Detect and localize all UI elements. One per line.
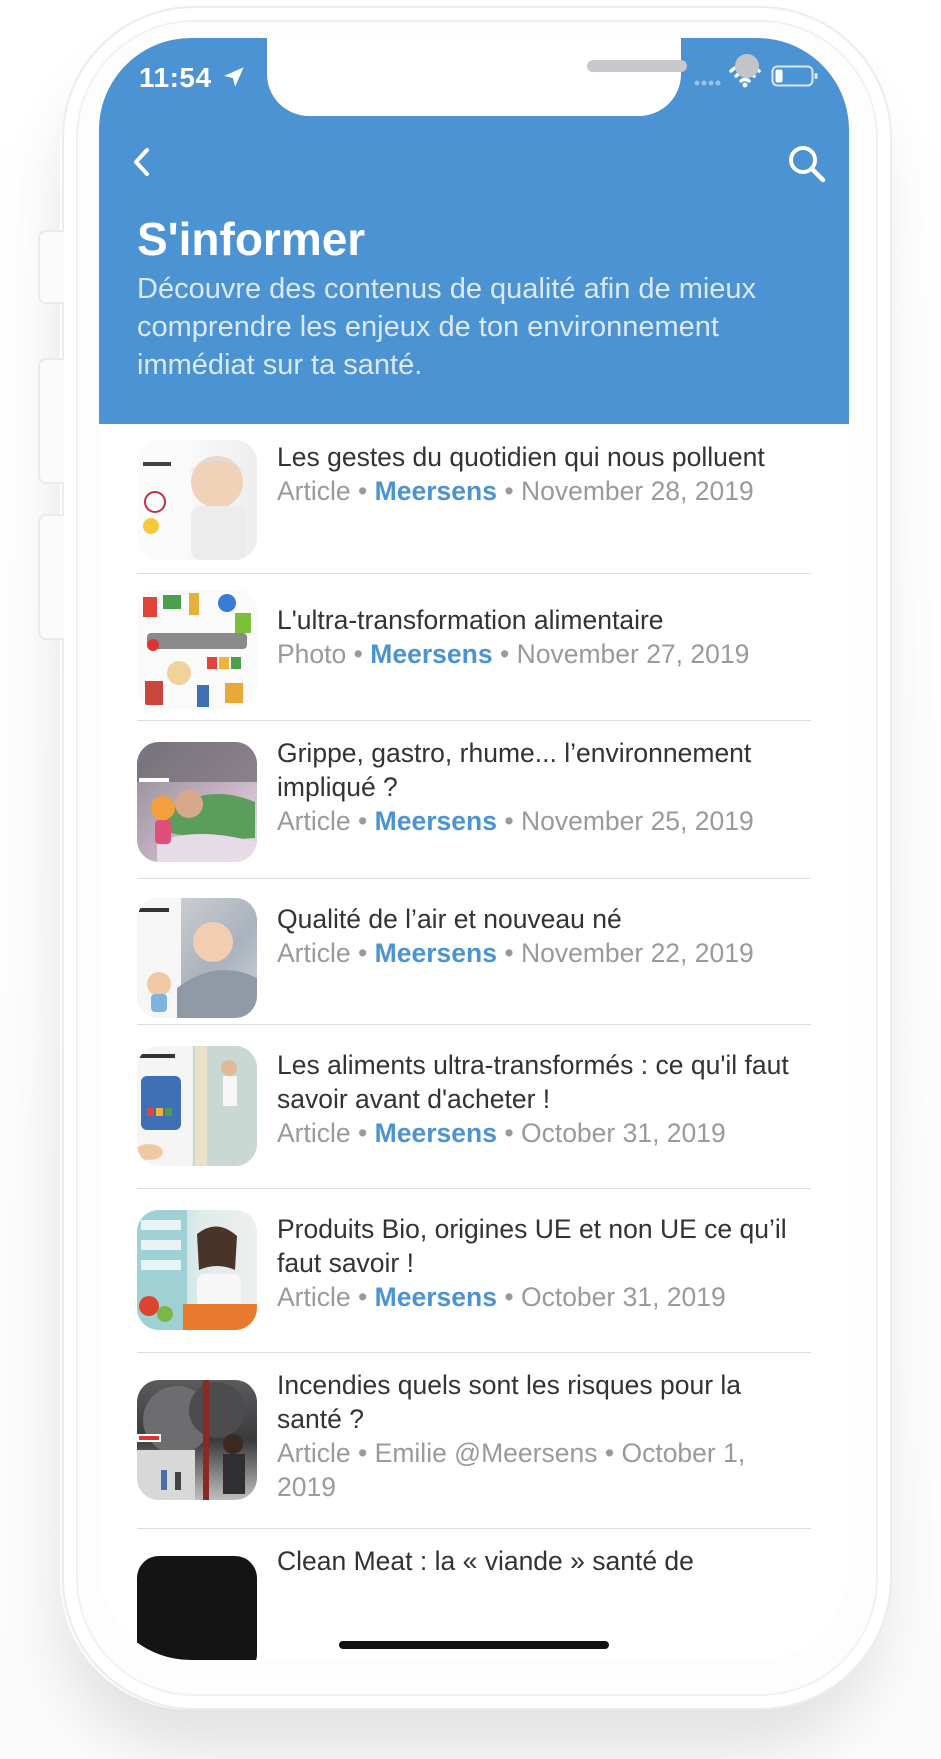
article-date: November 27, 2019 <box>516 639 750 669</box>
article-meta: Article • Meersens • November 25, 2019 <box>277 804 811 838</box>
page-title: S'informer <box>137 213 366 265</box>
front-camera <box>735 54 759 78</box>
article-row[interactable]: Grippe, gastro, rhume... l’environnement… <box>137 720 811 879</box>
article-text: L'ultra-transformation alimentaire Photo… <box>277 603 811 671</box>
meta-separator: • <box>504 1282 514 1312</box>
notch <box>267 38 759 116</box>
article-thumbnail <box>137 1556 257 1660</box>
article-title: Les gestes du quotidien qui nous polluen… <box>277 442 765 472</box>
screen: 11:54 S'informer Découvre des contenus d… <box>99 38 849 1660</box>
article-meta: Article • Emilie @Meersens • October 1, … <box>277 1436 811 1504</box>
article-type: Article <box>277 1118 351 1148</box>
article-date: November 28, 2019 <box>520 476 754 506</box>
article-text: Qualité de l’air et nouveau né Article •… <box>277 902 811 970</box>
location-arrow-icon <box>224 67 244 87</box>
article-title: Qualité de l’air et nouveau né <box>277 904 622 934</box>
battery-icon <box>771 65 818 87</box>
back-button[interactable] <box>125 142 159 182</box>
article-title: Clean Meat : la « viande » santé de <box>277 1546 694 1576</box>
article-meta: Article • Meersens • November 28, 2019 <box>277 474 811 508</box>
article-title: Les aliments ultra-transformés : ce qu'i… <box>277 1050 789 1114</box>
article-row[interactable]: Les gestes du quotidien qui nous polluen… <box>137 424 811 574</box>
meta-separator: • <box>358 1282 368 1312</box>
article-row[interactable]: L'ultra-transformation alimentaire Photo… <box>137 573 811 721</box>
article-thumbnail <box>137 589 257 709</box>
article-author[interactable]: Meersens <box>375 476 497 506</box>
page-subtitle: Découvre des contenus de qualité afin de… <box>137 273 757 381</box>
volume-down-button <box>38 514 64 640</box>
article-type: Article <box>277 938 351 968</box>
article-date: October 31, 2019 <box>520 1118 726 1148</box>
meta-separator: • <box>504 938 514 968</box>
article-meta: Article • Meersens • October 31, 2019 <box>277 1116 811 1150</box>
article-thumbnail <box>137 1380 257 1500</box>
article-title: L'ultra-transformation alimentaire <box>277 605 664 635</box>
article-thumbnail <box>137 898 257 1018</box>
meta-separator: • <box>604 1438 615 1468</box>
article-author[interactable]: Meersens <box>375 938 497 968</box>
article-date: November 25, 2019 <box>520 806 754 836</box>
article-text: Grippe, gastro, rhume... l’environnement… <box>277 736 811 838</box>
article-row[interactable]: Produits Bio, origines UE et non UE ce q… <box>137 1188 811 1353</box>
article-text: Produits Bio, origines UE et non UE ce q… <box>277 1212 811 1314</box>
meta-separator: • <box>358 1118 368 1148</box>
article-author[interactable]: Meersens <box>370 639 492 669</box>
article-meta: Article • Meersens • November 22, 2019 <box>277 936 811 970</box>
search-icon[interactable] <box>785 142 829 186</box>
meta-separator: • <box>358 476 368 506</box>
article-type: Photo <box>277 639 347 669</box>
article-type: Article <box>277 1282 351 1312</box>
meta-separator: • <box>504 1118 514 1148</box>
article-date: November 22, 2019 <box>520 938 754 968</box>
article-row[interactable]: Qualité de l’air et nouveau né Article •… <box>137 878 811 1025</box>
article-meta: Photo • Meersens • November 27, 2019 <box>277 637 811 671</box>
meta-separator: • <box>504 476 514 506</box>
article-thumbnail <box>137 742 257 862</box>
article-date: October 31, 2019 <box>520 1282 726 1312</box>
article-text: Clean Meat : la « viande » santé de <box>277 1544 811 1578</box>
meta-separator: • <box>499 639 510 669</box>
article-text: Les gestes du quotidien qui nous polluen… <box>277 440 811 508</box>
article-text: Incendies quels sont les risques pour la… <box>277 1368 811 1504</box>
volume-up-button <box>38 358 64 484</box>
status-time: 11:54 <box>139 62 212 93</box>
home-indicator[interactable] <box>339 1641 609 1649</box>
article-author[interactable]: Meersens <box>375 1282 497 1312</box>
meta-separator: • <box>504 806 514 836</box>
meta-separator: • <box>353 639 363 669</box>
article-row[interactable]: Incendies quels sont les risques pour la… <box>137 1352 811 1529</box>
article-author[interactable]: Emilie @Meersens <box>375 1438 598 1468</box>
article-title: Grippe, gastro, rhume... l’environnement… <box>277 738 752 802</box>
meta-separator: • <box>358 1438 368 1468</box>
article-meta: Article • Meersens • October 31, 2019 <box>277 1280 811 1314</box>
article-title: Incendies quels sont les risques pour la… <box>277 1370 742 1434</box>
article-title: Produits Bio, origines UE et non UE ce q… <box>277 1214 787 1278</box>
article-author[interactable]: Meersens <box>375 1118 497 1148</box>
meta-separator: • <box>358 806 368 836</box>
article-type: Article <box>277 476 351 506</box>
meta-separator: • <box>358 938 368 968</box>
cell-signal-icon <box>694 80 721 86</box>
article-type: Article <box>277 806 351 836</box>
article-thumbnail <box>137 1210 257 1330</box>
article-text: Les aliments ultra-transformés : ce qu'i… <box>277 1048 811 1150</box>
mute-switch <box>38 230 64 304</box>
article-row[interactable]: Les aliments ultra-transformés : ce qu'i… <box>137 1024 811 1189</box>
article-thumbnail <box>137 1046 257 1166</box>
speaker-grille <box>587 60 687 72</box>
article-type: Article <box>277 1438 351 1468</box>
article-author[interactable]: Meersens <box>375 806 497 836</box>
article-thumbnail <box>137 440 257 560</box>
